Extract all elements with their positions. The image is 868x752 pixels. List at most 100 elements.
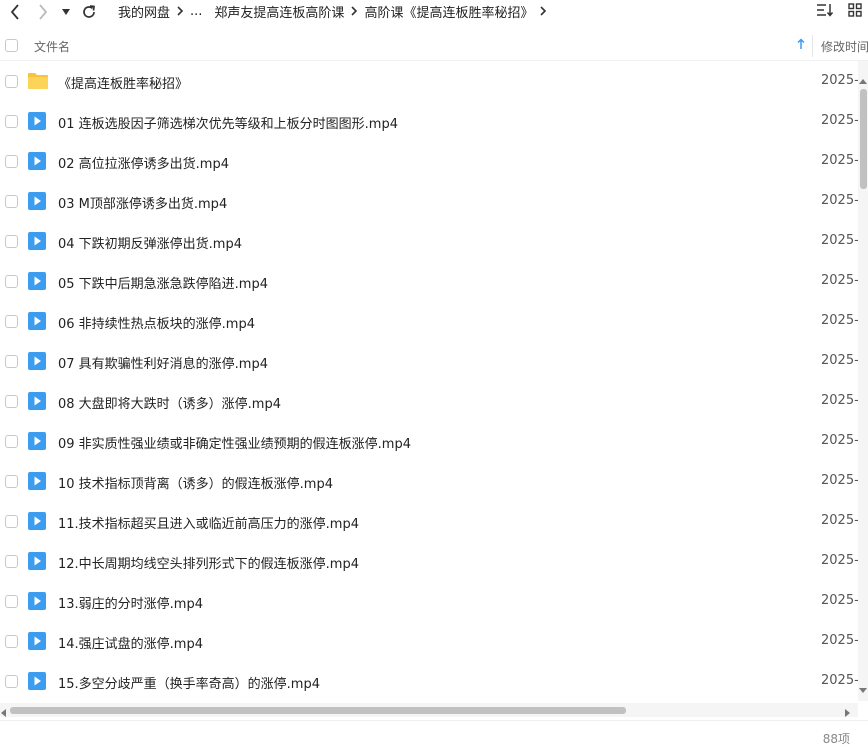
- file-modified-date: 2025-0: [821, 153, 858, 168]
- row-checkbox[interactable]: [5, 555, 18, 568]
- file-modified-date: 2025-0: [821, 113, 858, 128]
- file-modified-date: 2025-0: [821, 273, 858, 288]
- file-modified-date: 2025-0: [821, 73, 858, 88]
- video-file-icon: [28, 272, 48, 290]
- file-row[interactable]: 03 M顶部涨停诱多出货.mp4 2025-0: [0, 181, 858, 221]
- row-checkbox[interactable]: [5, 515, 18, 528]
- back-arrow-icon: [10, 4, 19, 20]
- file-row[interactable]: 09 非实质性强业绩或非确定性强业绩预期的假连板涨停.mp4 2025-0: [0, 421, 858, 461]
- breadcrumb-item-root[interactable]: 我的网盘: [118, 2, 170, 21]
- row-checkbox[interactable]: [5, 675, 18, 688]
- video-file-icon: [28, 152, 48, 170]
- column-header-modified[interactable]: 修改时间: [821, 38, 868, 55]
- file-modified-date: 2025-0: [821, 393, 858, 408]
- scroll-up-icon[interactable]: [859, 73, 867, 88]
- sort-button[interactable]: [816, 3, 834, 21]
- row-checkbox[interactable]: [5, 315, 18, 328]
- scroll-down-icon[interactable]: [859, 683, 867, 698]
- file-modified-date: 2025-0: [821, 473, 858, 488]
- column-header-name[interactable]: 文件名: [34, 38, 70, 55]
- file-row[interactable]: 12.中长周期均线空头排列形式下的假连板涨停.mp4 2025-0: [0, 541, 858, 581]
- row-checkbox[interactable]: [5, 195, 18, 208]
- breadcrumb-item-parent[interactable]: 郑声友提高连板高阶课: [214, 2, 344, 21]
- video-file-icon: [28, 592, 48, 610]
- row-checkbox[interactable]: [5, 635, 18, 648]
- grid-view-button[interactable]: [848, 3, 862, 21]
- breadcrumb-item-current[interactable]: 高阶课《提高连板胜率秘招》: [364, 2, 533, 21]
- video-file-icon: [28, 312, 48, 330]
- vertical-scrollbar[interactable]: [858, 61, 868, 701]
- sort-ascending-icon[interactable]: [797, 38, 805, 54]
- file-modified-date: 2025-0: [821, 513, 858, 528]
- file-name: 02 高位拉涨停诱多出货.mp4: [58, 157, 229, 172]
- file-row[interactable]: 04 下跌初期反弹涨停出货.mp4 2025-0: [0, 221, 858, 261]
- file-name: 01 连板选股因子筛选梯次优先等级和上板分时图图形.mp4: [58, 117, 398, 132]
- scroll-right-icon[interactable]: [845, 706, 851, 721]
- file-row[interactable]: 01 连板选股因子筛选梯次优先等级和上板分时图图形.mp4 2025-0: [0, 101, 858, 141]
- history-dropdown-button[interactable]: [56, 0, 76, 24]
- video-file-icon: [28, 112, 48, 130]
- back-button[interactable]: [2, 0, 28, 24]
- row-checkbox[interactable]: [5, 275, 18, 288]
- horizontal-scroll-thumb[interactable]: [10, 707, 626, 714]
- row-checkbox[interactable]: [5, 435, 18, 448]
- select-all-checkbox[interactable]: [5, 39, 18, 52]
- row-checkbox[interactable]: [5, 355, 18, 368]
- file-name: 14.强庄试盘的涨停.mp4: [58, 637, 203, 652]
- file-list: 《提高连板胜率秘招》2025-001 连板选股因子筛选梯次优先等级和上板分时图图…: [0, 61, 858, 701]
- breadcrumb-expand-icon[interactable]: [533, 4, 553, 19]
- row-checkbox[interactable]: [5, 115, 18, 128]
- file-name: 12.中长周期均线空头排列形式下的假连板涨停.mp4: [58, 557, 359, 572]
- row-checkbox[interactable]: [5, 155, 18, 168]
- folder-icon: [28, 72, 48, 90]
- file-modified-date: 2025-0: [821, 193, 858, 208]
- file-modified-date: 2025-0: [821, 313, 858, 328]
- scroll-left-icon[interactable]: [0, 706, 6, 721]
- video-file-icon: [28, 512, 48, 530]
- row-checkbox[interactable]: [5, 235, 18, 248]
- row-checkbox[interactable]: [5, 75, 18, 88]
- file-row[interactable]: 14.强庄试盘的涨停.mp4 2025-0: [0, 621, 858, 661]
- video-file-icon: [28, 672, 48, 690]
- file-name: 04 下跌初期反弹涨停出货.mp4: [58, 237, 242, 252]
- file-row[interactable]: 13.弱庄的分时涨停.mp4 2025-0: [0, 581, 858, 621]
- file-name: 11.技术指标超买且进入或临近前高压力的涨停.mp4: [58, 517, 359, 532]
- file-row[interactable]: 07 具有欺骗性利好消息的涨停.mp4 2025-0: [0, 341, 858, 381]
- horizontal-scrollbar[interactable]: [0, 703, 858, 717]
- file-row[interactable]: 08 大盘即将大跌时（诱多）涨停.mp4 2025-0: [0, 381, 858, 421]
- file-modified-date: 2025-0: [821, 433, 858, 448]
- file-row[interactable]: 10 技术指标顶背离（诱多）的假连板涨停.mp4 2025-0: [0, 461, 858, 501]
- column-divider[interactable]: [812, 35, 813, 57]
- file-modified-date: 2025-0: [821, 553, 858, 568]
- file-row[interactable]: 15.多空分歧严重（换手率奇高）的涨停.mp4 2025-0: [0, 661, 858, 701]
- video-file-icon: [28, 352, 48, 370]
- view-tools: [816, 3, 862, 21]
- breadcrumb-separator-icon: [170, 4, 190, 19]
- sort-list-icon: [817, 4, 834, 17]
- refresh-button[interactable]: [76, 0, 102, 24]
- vertical-scroll-thumb[interactable]: [860, 89, 867, 189]
- folder-row[interactable]: 《提高连板胜率秘招》 2025-0: [0, 61, 858, 101]
- video-file-icon: [28, 232, 48, 250]
- item-count: 88项: [822, 732, 850, 746]
- file-row[interactable]: 11.技术指标超买且进入或临近前高压力的涨停.mp4 2025-0: [0, 501, 858, 541]
- file-name: 《提高连板胜率秘招》: [58, 77, 189, 92]
- file-modified-date: 2025-0: [821, 673, 858, 688]
- status-bar: 88项: [0, 720, 868, 752]
- file-name: 07 具有欺骗性利好消息的涨停.mp4: [58, 357, 268, 372]
- forward-arrow-icon: [39, 4, 48, 20]
- video-file-icon: [28, 552, 48, 570]
- file-name: 06 非持续性热点板块的涨停.mp4: [58, 317, 255, 332]
- forward-button[interactable]: [30, 0, 56, 24]
- file-row[interactable]: 02 高位拉涨停诱多出货.mp4 2025-0: [0, 141, 858, 181]
- row-checkbox[interactable]: [5, 595, 18, 608]
- breadcrumb-item-ellipsis[interactable]: ...: [190, 4, 202, 19]
- file-row[interactable]: 05 下跌中后期急涨急跌停陷进.mp4 2025-0: [0, 261, 858, 301]
- file-name: 10 技术指标顶背离（诱多）的假连板涨停.mp4: [58, 477, 333, 492]
- file-name: 05 下跌中后期急涨急跌停陷进.mp4: [58, 277, 268, 292]
- file-row[interactable]: 06 非持续性热点板块的涨停.mp4 2025-0: [0, 301, 858, 341]
- row-checkbox[interactable]: [5, 395, 18, 408]
- row-checkbox[interactable]: [5, 475, 18, 488]
- breadcrumb: 我的网盘 ... 郑声友提高连板高阶课 高阶课《提高连板胜率秘招》: [118, 0, 553, 22]
- file-name: 08 大盘即将大跌时（诱多）涨停.mp4: [58, 397, 281, 412]
